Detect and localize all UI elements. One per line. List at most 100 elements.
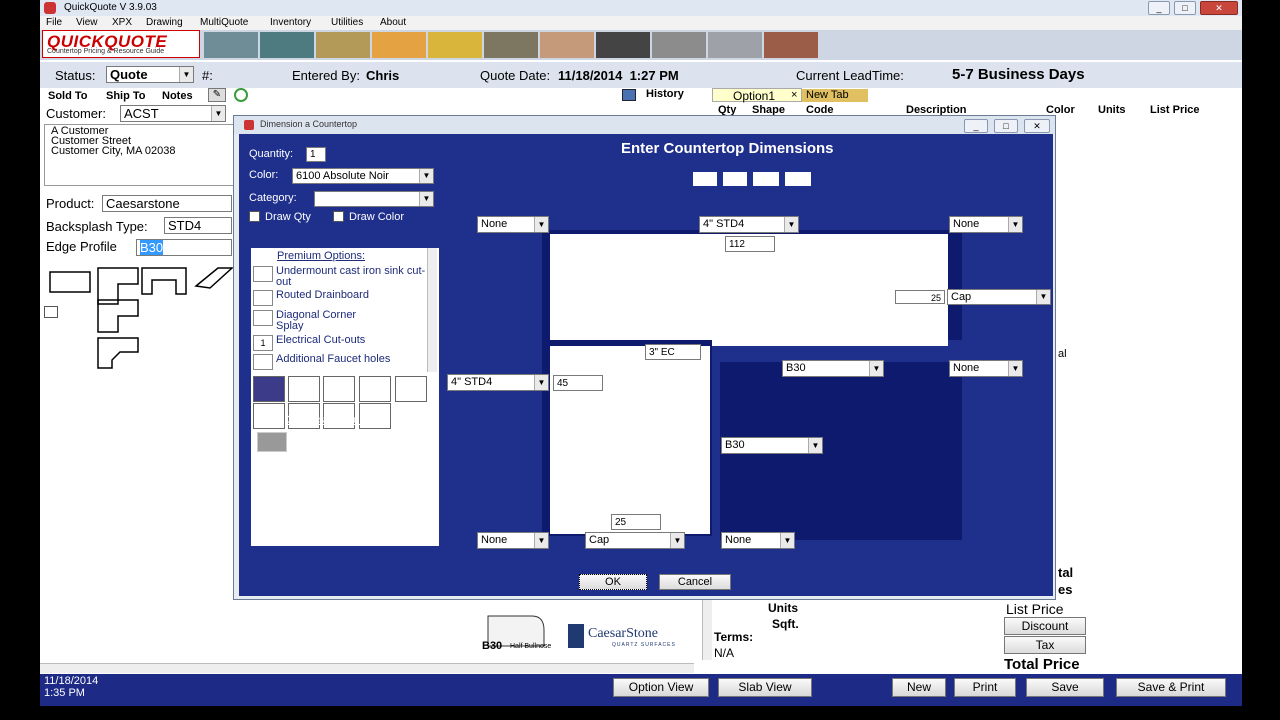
material-swatch[interactable]: [428, 32, 482, 58]
close-button[interactable]: ✕: [1200, 1, 1238, 15]
print-button[interactable]: Print: [954, 678, 1016, 697]
premium-option-qty[interactable]: [253, 266, 273, 282]
material-swatch[interactable]: [204, 32, 258, 58]
menu-multiquote[interactable]: MultiQuote: [200, 16, 248, 30]
middle-right-num-field[interactable]: 25: [895, 290, 945, 304]
backsplash-field[interactable]: STD4: [164, 217, 232, 234]
discount-button[interactable]: Discount: [1004, 617, 1086, 635]
menu-drawing[interactable]: Drawing: [146, 16, 183, 30]
menu-file[interactable]: File: [46, 16, 62, 30]
chevron-down-icon: ▼: [534, 375, 548, 390]
edge-select-top-left[interactable]: None ▼: [477, 216, 549, 233]
draw-color-checkbox[interactable]: [333, 211, 344, 222]
slab-view-button[interactable]: Slab View: [718, 678, 812, 697]
drawing-canvas[interactable]: Enter Countertop Dimensions Quantity: 1 …: [239, 134, 1053, 596]
total-fragment: tal: [1058, 565, 1074, 580]
dialog-close-button[interactable]: ✕: [1024, 119, 1050, 133]
status-select[interactable]: Quote ▼: [106, 66, 194, 83]
middle-left-length-field[interactable]: 45: [553, 375, 603, 391]
ec-field[interactable]: 3" EC: [645, 344, 701, 360]
edge-select-top-center[interactable]: 4" STD4 ▼: [699, 216, 799, 233]
shape-choice-icons[interactable]: [693, 168, 813, 190]
cutout-tool-icon[interactable]: [288, 376, 320, 402]
edge-tool-2-icon[interactable]: [359, 376, 391, 402]
tab-option1[interactable]: Option1 ×: [712, 88, 802, 103]
edge-select-b30-top[interactable]: B30 ▼: [782, 360, 884, 377]
dialog-minimize-button[interactable]: _: [964, 119, 988, 133]
material-swatch[interactable]: [652, 32, 706, 58]
menu-xpx[interactable]: XPX: [112, 16, 132, 30]
history-button[interactable]: History: [646, 88, 684, 100]
save-button[interactable]: Save: [1026, 678, 1104, 697]
material-swatch[interactable]: [260, 32, 314, 58]
ok-button[interactable]: OK: [579, 574, 647, 590]
category-select[interactable]: ▼: [314, 191, 434, 207]
tab-new[interactable]: New Tab: [802, 89, 868, 102]
close-icon[interactable]: ×: [791, 89, 797, 101]
premium-option-qty[interactable]: 1: [253, 335, 273, 351]
shape-icon-c[interactable]: [753, 172, 779, 186]
shape-icon-d[interactable]: [785, 172, 811, 186]
edge-select-top-right[interactable]: None ▼: [949, 216, 1023, 233]
edge-profile-field[interactable]: B30: [136, 239, 232, 256]
material-swatch[interactable]: [708, 32, 762, 58]
edge-select-right-none[interactable]: None ▼: [949, 360, 1023, 377]
premium-scrollbar[interactable]: [427, 248, 437, 372]
edge-select-middle-right-cap[interactable]: Cap ▼: [947, 289, 1051, 305]
dialog-maximize-button[interactable]: □: [994, 119, 1018, 133]
product-field[interactable]: Caesarstone: [102, 195, 232, 212]
sink-tool-icon[interactable]: [253, 376, 285, 402]
menu-utilities[interactable]: Utilities: [331, 16, 363, 30]
menu-inventory[interactable]: Inventory: [270, 16, 311, 30]
menu-about[interactable]: About: [380, 16, 406, 30]
cancel-button[interactable]: Cancel: [659, 574, 731, 590]
tab-ship-to[interactable]: Ship To: [106, 90, 146, 102]
premium-options-label[interactable]: Premium Options:: [277, 250, 365, 262]
material-swatch[interactable]: [596, 32, 650, 58]
color-value: 6100 Absolute Noir: [296, 170, 389, 182]
pencil-icon[interactable]: ✎: [208, 88, 226, 102]
premium-option-qty[interactable]: [253, 310, 273, 326]
minimize-button[interactable]: _: [1148, 1, 1170, 15]
tab-sold-to[interactable]: Sold To: [48, 90, 88, 102]
premium-options-panel: Premium Options: Undermount cast iron si…: [251, 248, 439, 546]
edge-select-b30-mid[interactable]: B30 ▼: [721, 437, 823, 454]
maximize-button[interactable]: □: [1174, 1, 1196, 15]
refresh-icon[interactable]: [234, 88, 248, 102]
top-length-field[interactable]: 112: [725, 236, 775, 252]
edge-select-middle-left[interactable]: 4" STD4 ▼: [447, 374, 549, 391]
edge-tool-1-icon[interactable]: [323, 376, 355, 402]
menu-view[interactable]: View: [76, 16, 98, 30]
material-swatch[interactable]: [540, 32, 594, 58]
new-button[interactable]: New: [892, 678, 946, 697]
tax-button[interactable]: Tax: [1004, 636, 1086, 654]
quantity-field[interactable]: 1: [306, 147, 326, 162]
material-swatch[interactable]: [372, 32, 426, 58]
material-swatch[interactable]: [764, 32, 818, 58]
premium-option-qty[interactable]: [253, 290, 273, 306]
edge-tool-7-icon[interactable]: [359, 403, 391, 429]
customer-select[interactable]: ACST ▼: [120, 105, 226, 122]
draw-qty-checkbox[interactable]: [249, 211, 260, 222]
edge-select-bottom-left[interactable]: None ▼: [477, 532, 549, 549]
option-view-button[interactable]: Option View: [613, 678, 709, 697]
small-square-icon[interactable]: [44, 306, 58, 318]
save-print-button[interactable]: Save & Print: [1116, 678, 1226, 697]
bottom-length-field[interactable]: 25: [611, 514, 661, 530]
premium-option-qty[interactable]: [253, 354, 273, 370]
horizontal-scrollbar[interactable]: [40, 663, 694, 673]
material-swatch[interactable]: [484, 32, 538, 58]
ok-label: OK: [605, 576, 621, 588]
color-select[interactable]: 6100 Absolute Noir ▼: [292, 168, 434, 184]
tab-notes[interactable]: Notes: [162, 90, 193, 102]
material-swatch[interactable]: [316, 32, 370, 58]
edge-tool-3-icon[interactable]: [395, 376, 427, 402]
edge-select-bottom-cap[interactable]: Cap ▼: [585, 532, 685, 549]
shape-icon-b[interactable]: [723, 172, 747, 186]
shape-icon-a[interactable]: [693, 172, 717, 186]
edge-tool-4-icon[interactable]: [253, 403, 285, 429]
quantity-label: Quantity:: [249, 148, 294, 160]
shape-palette[interactable]: [46, 264, 236, 374]
tax-label: Tax: [1035, 638, 1055, 652]
edge-select-bottom-right[interactable]: None ▼: [721, 532, 795, 549]
